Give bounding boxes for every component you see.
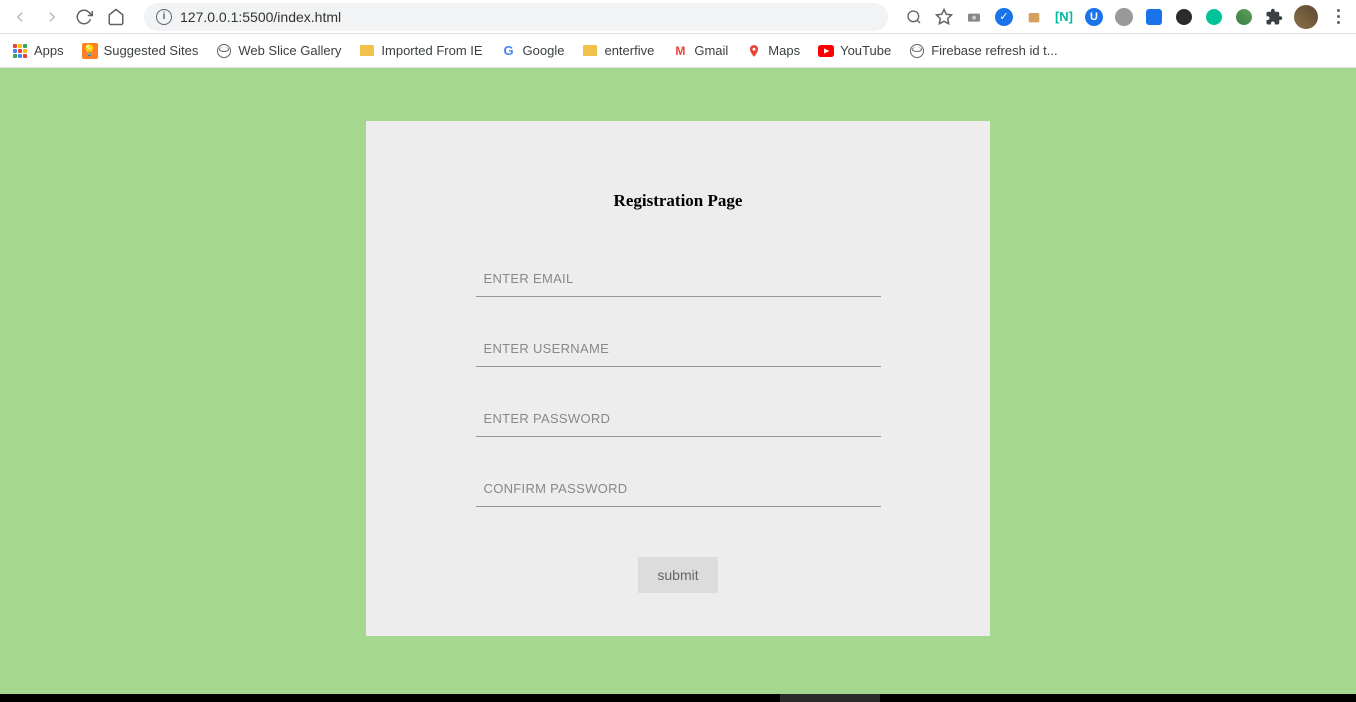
bookmark-label: Google xyxy=(523,43,565,58)
password-field[interactable] xyxy=(476,401,881,437)
address-bar[interactable]: i 127.0.0.1:5500/index.html xyxy=(144,3,888,31)
lightbulb-icon: 💡 xyxy=(82,43,98,59)
apps-grid-icon xyxy=(12,43,28,59)
bookmark-google[interactable]: G Google xyxy=(501,43,565,59)
bookmark-enterfive[interactable]: enterfive xyxy=(582,43,654,59)
bookmark-star-icon[interactable] xyxy=(934,7,954,27)
extensions-puzzle-icon[interactable] xyxy=(1264,7,1284,27)
bookmark-label: Web Slice Gallery xyxy=(238,43,341,58)
bookmarks-bar: Apps 💡 Suggested Sites Web Slice Gallery… xyxy=(0,34,1356,68)
folder-icon xyxy=(582,43,598,59)
extension-shield-icon[interactable]: U xyxy=(1084,7,1104,27)
page-title: Registration Page xyxy=(426,191,930,211)
extension-camera-icon[interactable] xyxy=(964,7,984,27)
bookmark-label: Imported From IE xyxy=(381,43,482,58)
extension-robot-icon[interactable] xyxy=(1024,7,1044,27)
page-body: Registration Page submit xyxy=(0,68,1356,694)
home-button[interactable] xyxy=(104,5,128,29)
registration-card: Registration Page submit xyxy=(366,121,990,636)
bookmark-label: enterfive xyxy=(604,43,654,58)
bookmark-label: Maps xyxy=(768,43,800,58)
extension-n-icon[interactable]: [N] xyxy=(1054,7,1074,27)
globe-icon xyxy=(216,43,232,59)
extension-blue-icon[interactable] xyxy=(1144,7,1164,27)
youtube-icon xyxy=(818,43,834,59)
back-button[interactable] xyxy=(8,5,32,29)
confirm-password-field[interactable] xyxy=(476,471,881,507)
email-field[interactable] xyxy=(476,261,881,297)
bookmark-label: Firebase refresh id t... xyxy=(931,43,1057,58)
extension-dark-icon[interactable] xyxy=(1174,7,1194,27)
folder-icon xyxy=(359,43,375,59)
bookmark-label: Apps xyxy=(34,43,64,58)
submit-button[interactable]: submit xyxy=(638,557,718,593)
url-text: 127.0.0.1:5500/index.html xyxy=(180,9,876,25)
google-icon: G xyxy=(501,43,517,59)
bookmark-label: YouTube xyxy=(840,43,891,58)
globe-icon xyxy=(909,43,925,59)
bookmark-firebase[interactable]: Firebase refresh id t... xyxy=(909,43,1057,59)
username-field[interactable] xyxy=(476,331,881,367)
profile-avatar[interactable] xyxy=(1294,5,1318,29)
maps-pin-icon xyxy=(746,43,762,59)
menu-button[interactable] xyxy=(1328,9,1348,24)
browser-toolbar: i 127.0.0.1:5500/index.html ✓ [N] U xyxy=(0,0,1356,34)
reload-button[interactable] xyxy=(72,5,96,29)
taskbar-segment xyxy=(780,694,880,702)
bookmark-maps[interactable]: Maps xyxy=(746,43,800,59)
extension-green-icon[interactable] xyxy=(1204,7,1224,27)
toolbar-icons: ✓ [N] U xyxy=(904,5,1348,29)
gmail-icon: M xyxy=(672,43,688,59)
taskbar xyxy=(0,694,1356,702)
site-info-icon[interactable]: i xyxy=(156,9,172,25)
bookmark-gmail[interactable]: M Gmail xyxy=(672,43,728,59)
bookmark-label: Gmail xyxy=(694,43,728,58)
bookmark-web-slice[interactable]: Web Slice Gallery xyxy=(216,43,341,59)
zoom-icon[interactable] xyxy=(904,7,924,27)
extension-check-icon[interactable]: ✓ xyxy=(994,7,1014,27)
extension-globe-icon[interactable] xyxy=(1234,7,1254,27)
bookmark-label: Suggested Sites xyxy=(104,43,199,58)
bookmark-apps[interactable]: Apps xyxy=(12,43,64,59)
bookmark-suggested-sites[interactable]: 💡 Suggested Sites xyxy=(82,43,199,59)
bookmark-youtube[interactable]: YouTube xyxy=(818,43,891,59)
bookmark-imported-ie[interactable]: Imported From IE xyxy=(359,43,482,59)
forward-button[interactable] xyxy=(40,5,64,29)
extension-block-icon[interactable] xyxy=(1114,7,1134,27)
